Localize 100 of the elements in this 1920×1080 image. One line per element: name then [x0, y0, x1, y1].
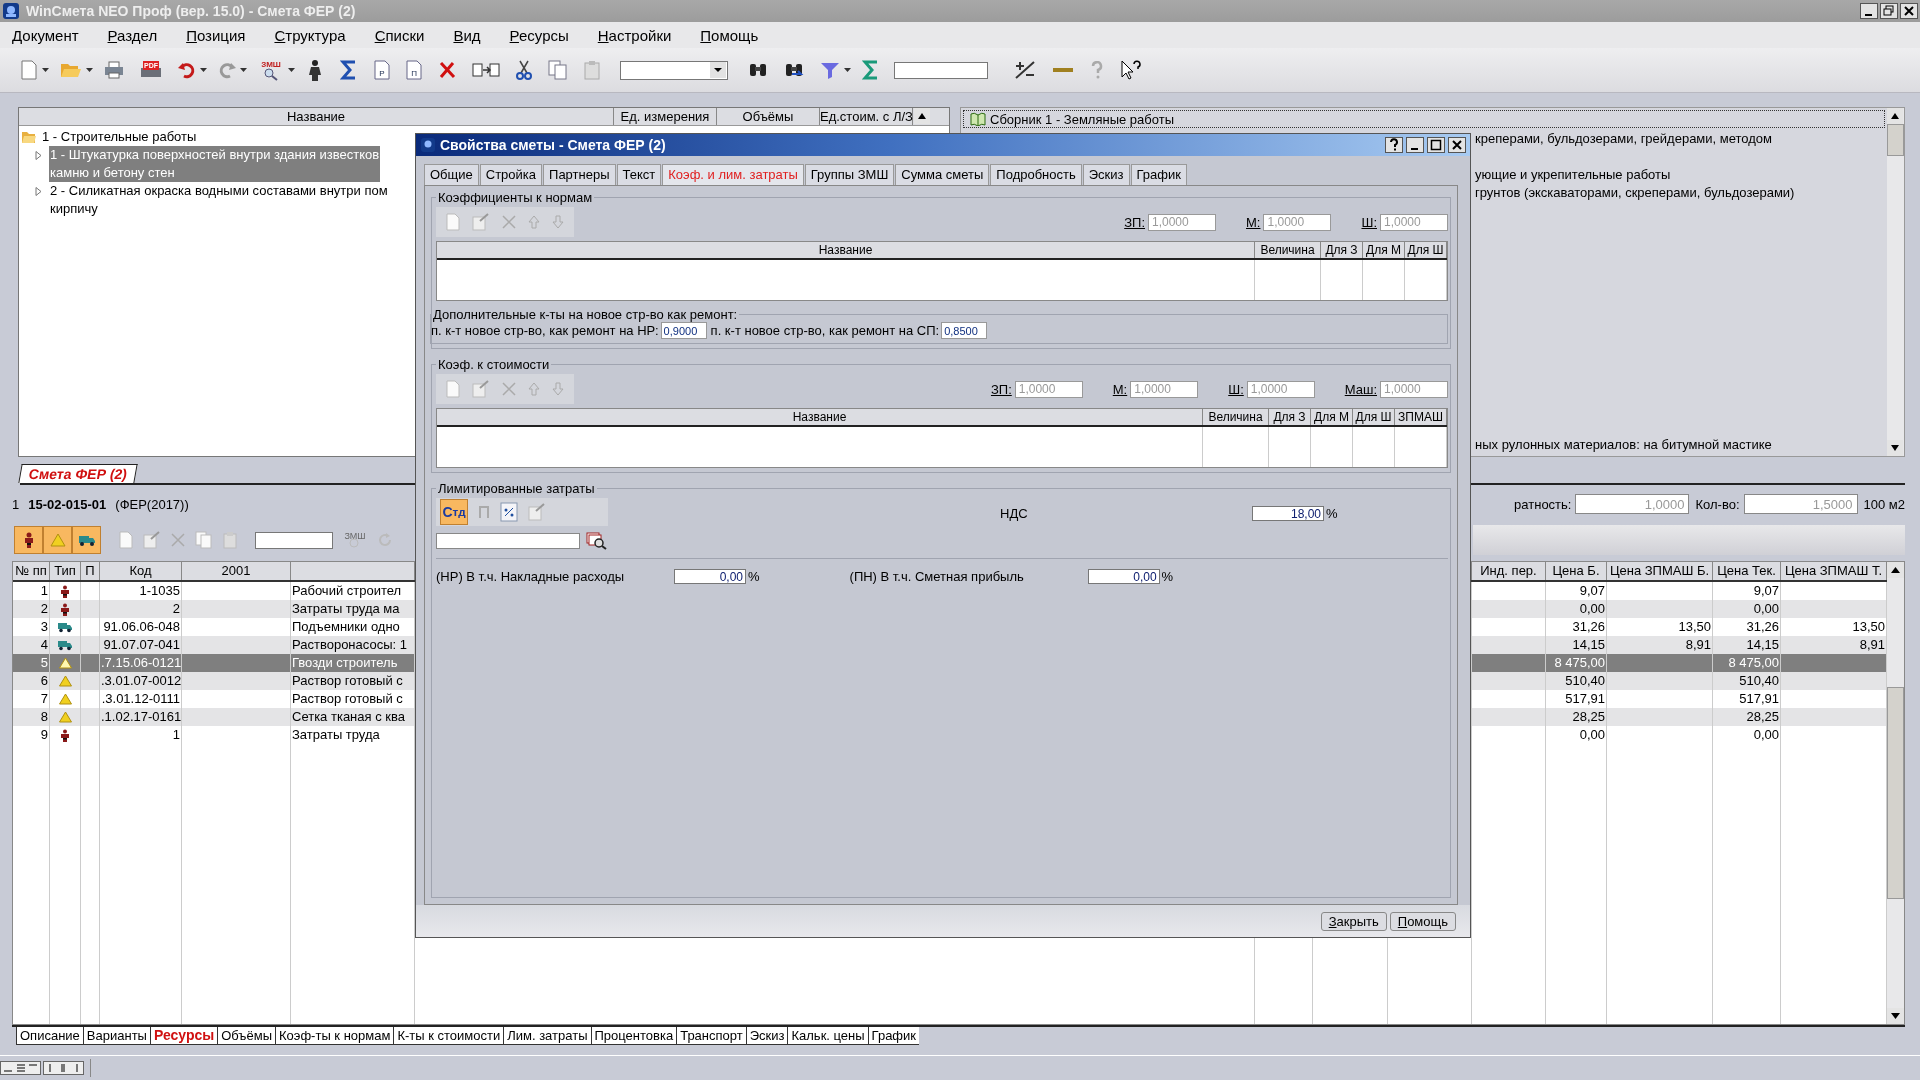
close-icon[interactable] [1900, 3, 1918, 19]
column-header[interactable]: 2001 [182, 562, 291, 580]
document-icon[interactable]: Р [374, 60, 390, 80]
document-tab[interactable]: Смета ФЕР (2) [18, 464, 138, 483]
help-icon[interactable] [1385, 137, 1403, 153]
tab[interactable]: Варианты [82, 1027, 150, 1045]
documents-arrow-icon[interactable] [472, 62, 500, 78]
scroll-up-icon[interactable] [914, 108, 930, 124]
search-field[interactable] [255, 531, 333, 549]
column-header[interactable]: Код [100, 562, 182, 580]
tree-item[interactable]: 1 - Строительные работы [41, 128, 198, 146]
help-button[interactable]: Помощь [1389, 911, 1456, 931]
coef-field[interactable]: 0,9000 [660, 322, 707, 339]
column-header[interactable]: Ед. измерения [614, 108, 717, 125]
tab[interactable]: Эскиз [745, 1027, 788, 1045]
percent-page-icon[interactable] [500, 502, 518, 522]
input-field[interactable] [894, 61, 988, 79]
copy-icon[interactable] [548, 60, 568, 80]
menu-item[interactable]: Документ [12, 26, 79, 44]
binoculars-icon[interactable] [748, 61, 768, 79]
coef-field[interactable]: 0,8500 [941, 322, 988, 339]
menu-item[interactable]: Списки [374, 26, 425, 44]
menu-item[interactable]: Помощь [700, 26, 759, 44]
column-header[interactable]: Для М [1363, 242, 1405, 258]
expander-icon[interactable] [35, 187, 42, 196]
column-header[interactable]: Тип [50, 562, 81, 580]
minimize-icon[interactable] [1406, 137, 1424, 153]
column-header[interactable]: Для М [1311, 409, 1353, 425]
tab[interactable]: Общие [424, 164, 479, 185]
dropdown-field[interactable] [620, 60, 728, 80]
layout-buttons-icon[interactable] [0, 1061, 84, 1075]
menu-item[interactable]: Позиция [186, 26, 246, 44]
edit-page-icon[interactable] [472, 213, 490, 231]
column-header[interactable]: Название [437, 409, 1203, 425]
overhead-field[interactable]: 0,00 [674, 569, 746, 584]
scroll-down-icon[interactable] [1887, 1008, 1904, 1024]
tab[interactable]: Коэф. и лим. затраты [662, 164, 804, 185]
tab[interactable]: График [1130, 164, 1187, 185]
restore-icon[interactable] [1880, 3, 1898, 19]
column-header[interactable]: Цена Тек. [1713, 562, 1781, 580]
document-icon[interactable]: П [406, 60, 422, 80]
menu-item[interactable]: Настройки [597, 26, 672, 44]
maximize-icon[interactable] [1427, 137, 1445, 153]
tab[interactable]: Ресурсы [149, 1027, 218, 1045]
sigma-icon[interactable] [862, 60, 880, 80]
vat-field[interactable]: 18,00 [1252, 506, 1324, 521]
sigma-icon[interactable] [340, 60, 358, 80]
tab[interactable]: Стройка [479, 164, 543, 185]
menu-item[interactable]: Ресурсы [509, 26, 569, 44]
clipboard-icon[interactable] [584, 60, 600, 80]
column-header[interactable]: ЗПМАШ [1395, 409, 1447, 425]
minimize-icon[interactable] [1860, 3, 1878, 19]
tab[interactable]: Процентовка [590, 1027, 677, 1045]
tab[interactable]: Текст [616, 164, 662, 185]
filter-button[interactable] [72, 526, 101, 554]
column-header[interactable]: Название [437, 242, 1255, 258]
tab[interactable]: Подробность [990, 164, 1082, 185]
tab[interactable]: График [867, 1027, 919, 1045]
clipboard-icon[interactable] [223, 531, 237, 549]
column-header[interactable]: Величина [1255, 242, 1321, 258]
scroll-up-icon[interactable] [1887, 562, 1904, 578]
tree-item[interactable]: 1 - Штукатурка поверхностей внутри здания известков камню и бетону стен [49, 146, 381, 182]
catalog-header[interactable]: Сборник 1 - Земляные работы [963, 110, 1885, 128]
column-header[interactable]: Цена ЗПМАШ Б. [1607, 562, 1713, 580]
caret-icon[interactable] [288, 68, 295, 72]
scroll-up-icon[interactable] [1887, 108, 1903, 124]
tab[interactable]: Транспорт [676, 1027, 746, 1045]
expander-icon[interactable] [35, 151, 42, 160]
scroll-down-icon[interactable] [1887, 440, 1903, 456]
tab[interactable]: Лим. затраты [503, 1027, 591, 1045]
help-pointer-icon[interactable] [1120, 59, 1142, 81]
tab[interactable]: Партнеры [543, 164, 616, 185]
printer-icon[interactable] [104, 61, 124, 79]
tab[interactable]: Описание [16, 1027, 83, 1045]
column-header[interactable]: Ед.стоим. с Л/З [820, 108, 913, 125]
caret-icon[interactable] [42, 68, 49, 72]
edit-page-icon[interactable] [472, 380, 490, 398]
column-header[interactable]: Инд. пер. [1472, 562, 1546, 580]
column-header[interactable]: Для З [1269, 409, 1311, 425]
caret-icon[interactable] [86, 68, 93, 72]
tab[interactable]: Кальк. цены [787, 1027, 868, 1045]
profit-field[interactable]: 0,00 [1087, 569, 1160, 584]
close-button[interactable]: Закрыть [1320, 911, 1387, 931]
column-header[interactable]: Для З [1321, 242, 1363, 258]
edit-page-icon[interactable] [528, 503, 546, 521]
input-field[interactable] [436, 533, 580, 549]
plus-minus-icon[interactable] [1014, 60, 1036, 80]
tab[interactable]: Коэф-ты к нормам [275, 1027, 394, 1045]
caret-icon[interactable] [240, 68, 247, 72]
column-header[interactable]: Для Ш [1353, 409, 1395, 425]
binoculars-arrow-icon[interactable] [784, 61, 804, 79]
menu-item[interactable]: Структура [274, 26, 346, 44]
caret-icon[interactable] [844, 68, 851, 72]
column-header[interactable]: Название [19, 108, 614, 125]
person-icon[interactable] [306, 59, 324, 81]
tab[interactable]: Сумма сметы [895, 164, 990, 185]
tab[interactable]: Объёмы [217, 1027, 275, 1045]
cross-icon[interactable] [438, 61, 456, 79]
close-icon[interactable] [1448, 137, 1466, 153]
minus-icon[interactable] [1052, 66, 1074, 74]
